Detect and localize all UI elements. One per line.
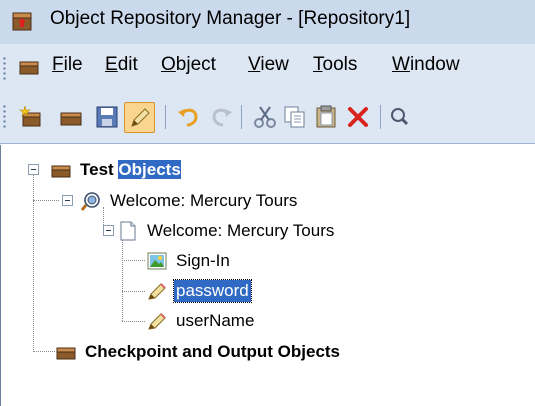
title-bar: Object Repository Manager - [Repository1… (0, 0, 535, 44)
tree-node-label: password (173, 279, 252, 303)
window-title: Object Repository Manager - [Repository1… (50, 8, 411, 29)
menu-file[interactable]: File (52, 54, 83, 76)
tree-node-password[interactable]: password (146, 279, 252, 303)
menu-window[interactable]: Window (392, 54, 460, 76)
tree-node-page[interactable]: Welcome: Mercury Tours (117, 219, 336, 243)
tree-node-browser[interactable]: Welcome: Mercury Tours (80, 189, 299, 213)
object-tree[interactable]: Test Objects Welcome: Mercury Tours Welc… (0, 145, 535, 406)
tree-connector (122, 237, 123, 321)
toolbar-grip[interactable] (3, 104, 6, 130)
tree-node-sign-in[interactable]: Sign-In (146, 249, 232, 273)
menu-view[interactable]: View (248, 54, 289, 76)
page-icon (120, 221, 136, 241)
tree-node-label: Welcome: Mercury Tours (110, 191, 298, 210)
tree-node-label-a: Test (80, 160, 119, 179)
repository-app-icon (12, 12, 32, 31)
open-repository-icon[interactable] (58, 104, 84, 130)
tree-connector (33, 200, 59, 201)
tree-node-label: userName (176, 311, 255, 330)
repository-icon (51, 165, 71, 178)
edit-field-icon (148, 283, 166, 300)
tree-node-label: Test Objects (78, 159, 183, 181)
tree-node-label: Sign-In (176, 251, 230, 270)
save-icon[interactable] (94, 104, 120, 130)
highlight-edit-icon (131, 108, 150, 127)
tree-node-username[interactable]: userName (146, 309, 256, 333)
toolbar (0, 90, 535, 144)
image-icon (147, 252, 167, 270)
tree-node-checkpoints[interactable]: Checkpoint and Output Objects (55, 340, 342, 364)
tree-node-label: Welcome: Mercury Tours (147, 221, 335, 240)
collapse-toggle[interactable] (28, 164, 39, 175)
repository-icon (56, 347, 76, 360)
panel-border (0, 145, 1, 406)
tree-connector (122, 260, 145, 261)
menu-edit[interactable]: Edit (105, 54, 138, 76)
menu-bar: File Edit Object View Tools Window (0, 44, 535, 90)
highlight-edit-button[interactable] (124, 102, 155, 133)
tree-connector (33, 351, 55, 352)
cut-icon[interactable] (252, 104, 278, 130)
edit-field-icon (148, 313, 166, 330)
tree-connector (122, 321, 145, 322)
undo-icon[interactable] (176, 104, 202, 130)
copy-icon[interactable] (282, 104, 308, 130)
browser-icon (80, 192, 100, 211)
paste-icon[interactable] (313, 104, 339, 130)
delete-icon[interactable] (345, 104, 371, 130)
tree-node-label-b: Objects (118, 160, 181, 179)
redo-icon[interactable] (208, 104, 234, 130)
tree-node-test-objects[interactable]: Test Objects (50, 158, 183, 182)
toolbar-separator (380, 105, 381, 129)
find-icon[interactable] (388, 104, 408, 130)
menu-grip[interactable] (3, 56, 6, 80)
tree-connector (122, 291, 145, 292)
new-repository-icon[interactable] (18, 104, 44, 130)
collapse-toggle[interactable] (103, 225, 114, 236)
toolbar-separator (165, 105, 166, 129)
menu-tools[interactable]: Tools (313, 54, 357, 76)
collapse-toggle[interactable] (62, 195, 73, 206)
menu-object[interactable]: Object (161, 54, 216, 76)
tree-connector (33, 171, 34, 352)
toolbar-separator (241, 105, 242, 129)
repository-menu-icon[interactable] (18, 59, 40, 75)
tree-node-label: Checkpoint and Output Objects (85, 342, 341, 361)
